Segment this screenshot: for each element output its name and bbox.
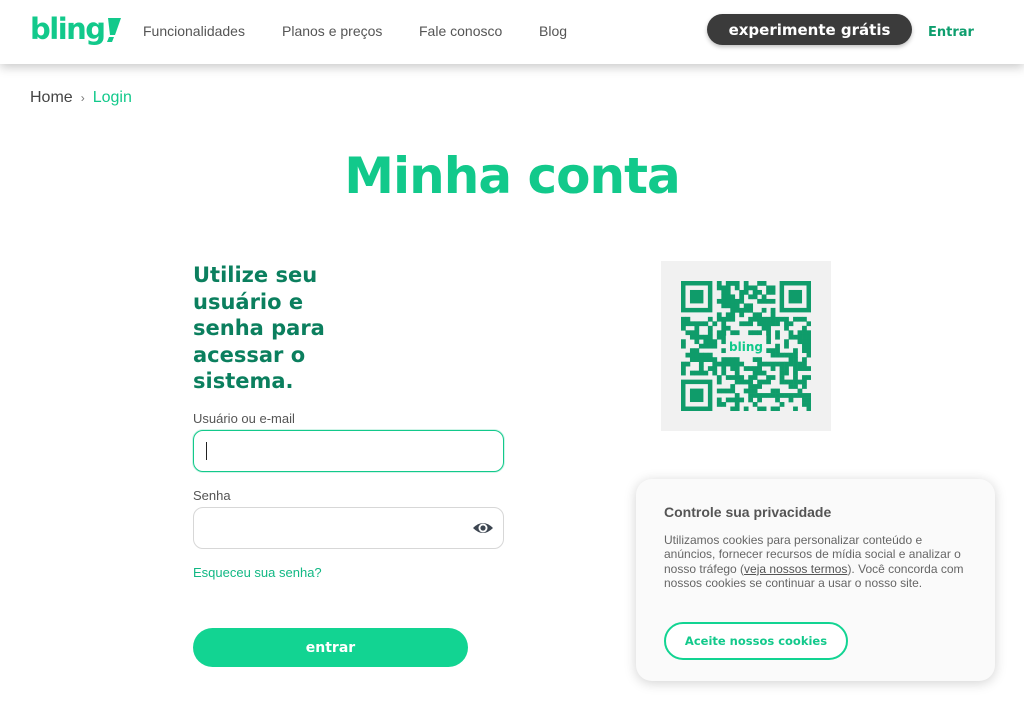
page-title: Minha conta	[344, 147, 680, 205]
terms-link[interactable]: veja nossos termos	[744, 562, 847, 576]
password-label: Senha	[193, 488, 231, 503]
nav-blog[interactable]: Blog	[539, 22, 567, 40]
qr-center-logo: bling	[729, 340, 763, 354]
free-trial-button[interactable]: experimente grátis	[707, 14, 912, 45]
header-login-link[interactable]: Entrar	[928, 25, 974, 40]
cookie-title: Controle sua privacidade	[664, 504, 832, 520]
nav-funcionalidades[interactable]: Funcionalidades	[143, 22, 245, 40]
login-submit-button[interactable]: entrar	[193, 628, 468, 667]
top-navbar: bling Funcionalidades Planos e preços Fa…	[0, 0, 1024, 64]
forgot-password-link[interactable]: Esqueceu sua senha?	[193, 565, 322, 580]
cookie-banner: Controle sua privacidade Utilizamos cook…	[636, 479, 995, 681]
text-caret	[206, 442, 207, 460]
nav-fale-conosco[interactable]: Fale conosco	[419, 22, 502, 40]
username-input[interactable]	[193, 430, 504, 472]
breadcrumb-home[interactable]: Home	[30, 89, 73, 106]
eye-icon[interactable]	[472, 519, 494, 537]
username-label: Usuário ou e-mail	[193, 411, 295, 426]
qr-code: bling	[661, 261, 831, 431]
qr-code-graphic: bling	[681, 281, 811, 411]
login-heading: Utilize seu usuário e senha para acessar…	[193, 263, 325, 393]
nav-planos-precos[interactable]: Planos e preços	[282, 22, 382, 40]
bling-logo[interactable]: bling	[30, 12, 122, 46]
breadcrumb-separator: ›	[80, 91, 85, 105]
logo-mark-icon	[106, 18, 121, 42]
breadcrumb-current: Login	[92, 89, 132, 106]
cookie-text: Utilizamos cookies para personalizar con…	[664, 533, 964, 590]
password-input[interactable]	[193, 507, 504, 549]
breadcrumb: Home › Login	[30, 88, 132, 108]
accept-cookies-button[interactable]: Aceite nossos cookies	[664, 622, 848, 660]
logo-text: bling	[30, 12, 106, 46]
